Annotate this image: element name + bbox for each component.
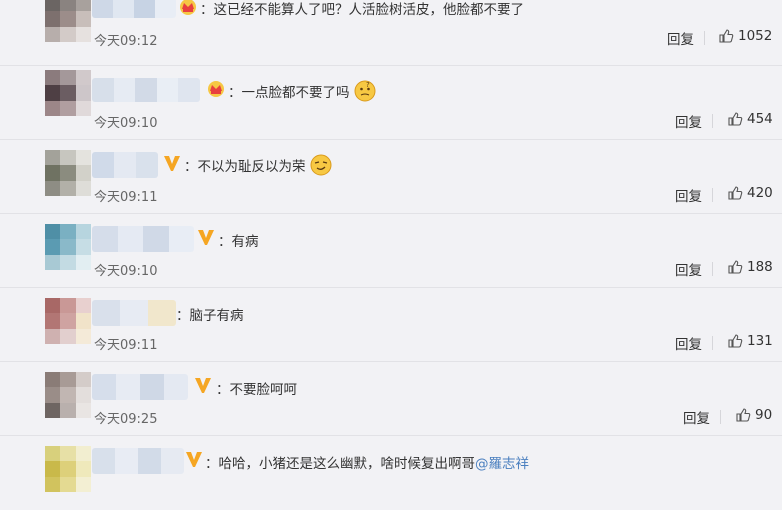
comment-text: ：一点脸都不要了吗 ? xyxy=(228,80,376,102)
like-button[interactable]: 131 xyxy=(727,333,773,349)
comment-time: 今天09:11 xyxy=(94,186,158,205)
reply-button[interactable]: 回复 xyxy=(675,259,702,279)
comment-text: ：不要脸呵呵 xyxy=(216,382,297,398)
reply-button[interactable]: 回复 xyxy=(675,333,702,353)
comment-time: 今天09:11 xyxy=(94,334,158,353)
username-blurred[interactable] xyxy=(92,374,188,400)
divider xyxy=(704,31,705,45)
crown-badge-icon xyxy=(180,0,196,15)
avatar[interactable] xyxy=(45,372,91,418)
smug-emoji-icon xyxy=(310,154,331,176)
v-badge-icon xyxy=(164,156,180,171)
avatar[interactable] xyxy=(45,298,91,344)
thumbs-up-icon xyxy=(728,260,743,274)
comment-text: ：这已经不能算人了吧？人活脸树活皮，他脸都不要了 xyxy=(200,2,524,18)
thumbs-up-icon xyxy=(728,186,743,200)
comment-time: 今天09:10 xyxy=(94,112,158,131)
avatar[interactable] xyxy=(45,224,91,270)
reply-button[interactable]: 回复 xyxy=(667,28,694,48)
like-button[interactable]: 90 xyxy=(735,407,772,423)
username-blurred[interactable] xyxy=(92,448,184,474)
avatar[interactable] xyxy=(45,0,91,42)
comment-time: 今天09:25 xyxy=(94,408,158,427)
comment-item: ：不要脸呵呵 今天09:25 回复 90 xyxy=(0,362,782,436)
avatar[interactable] xyxy=(45,150,91,196)
username-blurred[interactable] xyxy=(92,152,158,178)
v-badge-icon xyxy=(198,230,214,245)
avatar[interactable] xyxy=(45,446,91,492)
reply-button[interactable]: 回复 xyxy=(675,185,702,205)
comment-text: ：哈哈，小猪还是这么幽默，啥时候复出啊哥 @羅志祥 xyxy=(205,452,529,472)
comment-text: ：有病 xyxy=(218,234,259,250)
divider xyxy=(720,410,721,424)
thumbs-up-icon xyxy=(728,334,743,348)
comment-item: ：一点脸都不要了吗 ? 今天09:10 回复 454 xyxy=(0,66,782,140)
comment-item: ：哈哈，小猪还是这么幽默，啥时候复出啊哥 @羅志祥 xyxy=(0,436,782,510)
svg-text:?: ? xyxy=(366,81,370,89)
divider xyxy=(712,188,713,202)
comment-text: ：脑子有病 xyxy=(176,308,244,324)
comment-item: ：脑子有病 今天09:11 回复 131 xyxy=(0,288,782,362)
comment-time: 今天09:10 xyxy=(94,260,158,279)
v-badge-icon xyxy=(186,452,202,467)
like-button[interactable]: 1052 xyxy=(718,28,772,44)
divider xyxy=(712,114,713,128)
mention-link[interactable]: @羅志祥 xyxy=(475,452,529,472)
username-blurred[interactable] xyxy=(92,226,194,252)
like-button[interactable]: 454 xyxy=(727,111,773,127)
like-button[interactable]: 420 xyxy=(727,185,773,201)
crown-badge-icon xyxy=(208,81,224,97)
comment-item: ：这已经不能算人了吧？人活脸树活皮，他脸都不要了 今天09:12 回复 1052 xyxy=(0,0,782,66)
like-button[interactable]: 188 xyxy=(727,259,773,275)
divider xyxy=(712,336,713,350)
comment-time: 今天09:12 xyxy=(94,30,158,49)
thumbs-up-icon xyxy=(736,408,751,422)
divider xyxy=(712,262,713,276)
username-blurred[interactable] xyxy=(92,0,176,18)
comment-text: ：不以为耻反以为荣 xyxy=(184,154,332,176)
reply-button[interactable]: 回复 xyxy=(683,407,710,427)
comment-item: ：不以为耻反以为荣 今天09:11 回复 420 xyxy=(0,140,782,214)
thinking-emoji-icon: ? xyxy=(354,80,375,102)
avatar[interactable] xyxy=(45,70,91,116)
username-blurred[interactable] xyxy=(92,78,200,102)
v-badge-icon xyxy=(195,378,211,393)
thumbs-up-icon xyxy=(728,112,743,126)
reply-button[interactable]: 回复 xyxy=(675,111,702,131)
comment-item: ：有病 今天09:10 回复 188 xyxy=(0,214,782,288)
thumbs-up-icon xyxy=(719,29,734,43)
username-blurred[interactable] xyxy=(92,300,176,326)
